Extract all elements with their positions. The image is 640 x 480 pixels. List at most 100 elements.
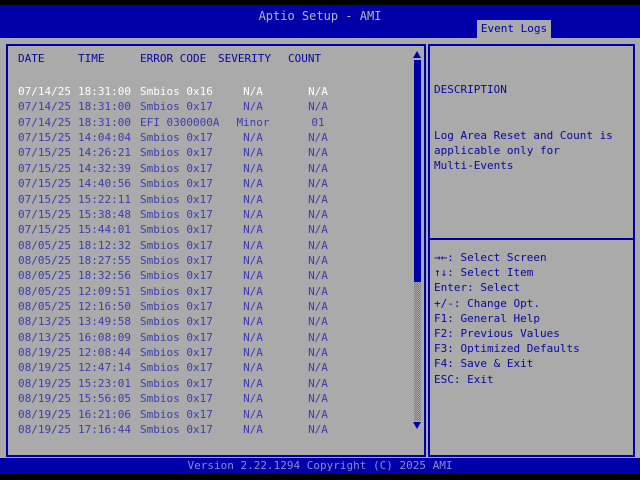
cell-severity: N/A [243, 177, 263, 191]
cell-count: N/A [308, 192, 328, 206]
event-log-row[interactable]: 08/05/25 18:32:56 Smbios 0x17 N/A N/A [8, 268, 410, 283]
event-log-row[interactable]: 08/13/25 16:08:09 Smbios 0x17 N/A N/A [8, 330, 410, 345]
cell-date: 08/05/25 [18, 253, 71, 267]
event-log-row[interactable]: 08/13/25 13:49:58 Smbios 0x17 N/A N/A [8, 314, 410, 329]
cell-error-code: Smbios 0x17 [140, 223, 213, 237]
cell-error-code: Smbios 0x17 [140, 376, 213, 390]
key-legend-item: ESC: Exit [434, 372, 494, 386]
cell-error-code: Smbios 0x17 [140, 238, 213, 252]
event-log-row[interactable]: 07/15/25 14:04:04 Smbios 0x17 N/A N/A [8, 130, 410, 145]
event-log-row[interactable]: 08/19/25 16:21:06 Smbios 0x17 N/A N/A [8, 407, 410, 422]
cell-time: 18:31:00 [78, 85, 131, 98]
cell-date: 08/05/25 [18, 269, 71, 283]
cell-count: N/A [308, 315, 328, 329]
cell-date: 08/19/25 [18, 392, 71, 406]
cell-severity: N/A [243, 85, 263, 98]
cell-date: 07/14/25 [18, 100, 71, 114]
cell-time: 18:32:56 [78, 269, 131, 283]
event-log-row[interactable]: 08/19/25 12:47:14 Smbios 0x17 N/A N/A [8, 360, 410, 375]
cell-error-code: Smbios 0x17 [140, 131, 213, 145]
cell-count: N/A [308, 330, 328, 344]
cell-severity: N/A [243, 100, 263, 114]
cell-severity: N/A [243, 146, 263, 160]
column-header-time: TIME [78, 52, 105, 65]
event-log-row[interactable]: 08/19/25 15:23:01 Smbios 0x17 N/A N/A [8, 376, 410, 391]
cell-time: 15:23:01 [78, 376, 131, 390]
help-panel-divider [430, 238, 633, 240]
cell-error-code: Smbios 0x17 [140, 315, 213, 329]
cell-time: 18:12:32 [78, 238, 131, 252]
cell-count: N/A [308, 161, 328, 175]
cell-count: N/A [308, 207, 328, 221]
cell-error-code: Smbios 0x17 [140, 207, 213, 221]
event-log-row[interactable]: 07/15/25 14:26:21 Smbios 0x17 N/A N/A [8, 145, 410, 160]
event-log-row[interactable]: 08/05/25 12:09:51 Smbios 0x17 N/A N/A [8, 284, 410, 299]
event-log-row[interactable]: 07/14/25 18:31:00 Smbios 0x17 N/A N/A [8, 99, 410, 114]
cell-error-code: Smbios 0x17 [140, 146, 213, 160]
cell-count: N/A [308, 131, 328, 145]
event-log-row[interactable]: 07/14/25 18:31:00 EFI 0300000A Minor 01 [8, 115, 410, 130]
cell-count: N/A [308, 422, 328, 436]
cell-date: 08/19/25 [18, 346, 71, 360]
column-header-error: ERROR CODE [140, 52, 207, 65]
cell-error-code: Smbios 0x17 [140, 422, 213, 436]
cell-time: 14:40:56 [78, 177, 131, 191]
event-log-list: 07/14/25 18:31:00 Smbios 0x16 N/A N/A 07/14/… [8, 84, 410, 437]
version-bar: Version 2.22.1294 Copyright (C) 2025 AMI [0, 458, 640, 474]
scroll-down-icon[interactable] [413, 422, 421, 429]
event-log-row[interactable]: 08/19/25 17:16:44 Smbios 0x17 N/A N/A [8, 422, 410, 437]
cell-error-code: Smbios 0x17 [140, 177, 213, 191]
cell-severity: N/A [243, 284, 263, 298]
cell-date: 07/14/25 [18, 115, 71, 129]
cell-severity: N/A [243, 330, 263, 344]
event-log-row[interactable]: 08/05/25 18:12:32 Smbios 0x17 N/A N/A [8, 238, 410, 253]
table-header: DATE TIME ERROR CODE SEVERITY COUNT [18, 52, 348, 65]
event-log-row[interactable]: 08/05/25 12:16:50 Smbios 0x17 N/A N/A [8, 299, 410, 314]
scrollbar[interactable] [413, 51, 421, 429]
cell-date: 08/19/25 [18, 407, 71, 421]
cell-date: 07/15/25 [18, 146, 71, 160]
cell-time: 17:16:44 [78, 422, 131, 436]
cell-severity: N/A [243, 238, 263, 252]
event-log-row[interactable]: 07/15/25 15:38:48 Smbios 0x17 N/A N/A [8, 207, 410, 222]
cell-time: 15:44:01 [78, 223, 131, 237]
description-title: DESCRIPTION [434, 83, 507, 97]
cell-severity: N/A [243, 253, 263, 267]
cell-severity: N/A [243, 315, 263, 329]
column-header-date: DATE [18, 52, 45, 65]
event-log-row[interactable]: 08/05/25 18:27:55 Smbios 0x17 N/A N/A [8, 253, 410, 268]
cell-count: N/A [308, 407, 328, 421]
event-log-row[interactable]: 07/14/25 18:31:00 Smbios 0x16 N/A N/A [8, 84, 410, 99]
cell-time: 12:47:14 [78, 361, 131, 375]
cell-severity: N/A [243, 161, 263, 175]
cell-severity: N/A [243, 207, 263, 221]
event-log-row[interactable]: 07/15/25 15:44:01 Smbios 0x17 N/A N/A [8, 222, 410, 237]
key-legend-item: F1: General Help [434, 311, 540, 325]
column-header-severity: SEVERITY [218, 52, 271, 65]
cell-error-code: Smbios 0x16 [140, 85, 213, 98]
event-log-row[interactable]: 08/19/25 15:56:05 Smbios 0x17 N/A N/A [8, 391, 410, 406]
cell-count: N/A [308, 146, 328, 160]
event-log-row[interactable]: 07/15/25 15:22:11 Smbios 0x17 N/A N/A [8, 192, 410, 207]
cell-time: 14:04:04 [78, 131, 131, 145]
cell-time: 16:08:09 [78, 330, 131, 344]
tab-event-logs[interactable]: Event Logs [477, 20, 551, 38]
event-log-row[interactable]: 07/15/25 14:40:56 Smbios 0x17 N/A N/A [8, 176, 410, 191]
cell-date: 08/13/25 [18, 330, 71, 344]
cell-count: N/A [308, 300, 328, 314]
key-legend-item: ↑↓: Select Item [434, 266, 534, 280]
cell-date: 08/19/25 [18, 361, 71, 375]
cell-date: 07/15/25 [18, 223, 71, 237]
cell-error-code: Smbios 0x17 [140, 192, 213, 206]
cell-time: 16:21:06 [78, 407, 131, 421]
scrollbar-track[interactable] [413, 282, 421, 421]
cell-severity: N/A [243, 361, 263, 375]
key-legend-item: Enter: Select [434, 281, 521, 295]
event-log-row[interactable]: 08/19/25 12:08:44 Smbios 0x17 N/A N/A [8, 345, 410, 360]
cell-date: 08/13/25 [18, 315, 71, 329]
cell-severity: N/A [243, 300, 263, 314]
event-log-row[interactable]: 07/15/25 14:32:39 Smbios 0x17 N/A N/A [8, 161, 410, 176]
scroll-up-icon[interactable] [413, 51, 421, 58]
cell-error-code: Smbios 0x17 [140, 269, 213, 283]
scrollbar-thumb[interactable] [413, 60, 421, 282]
